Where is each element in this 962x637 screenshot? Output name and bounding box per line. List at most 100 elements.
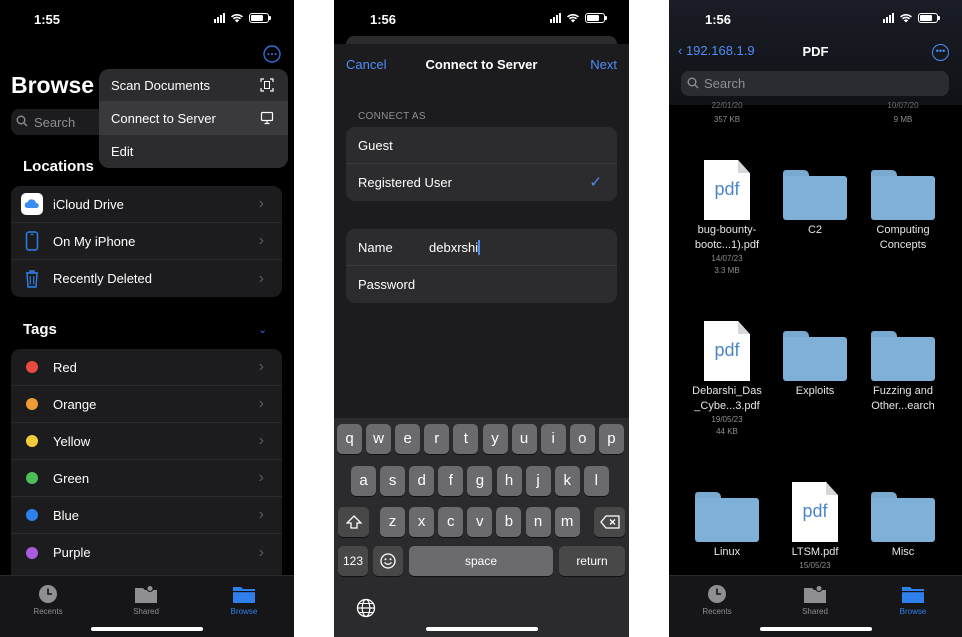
tab-label: Recents — [33, 607, 63, 616]
name-field-row[interactable]: Name debxrshi — [346, 229, 617, 266]
key-s[interactable]: s — [380, 466, 406, 496]
key-j[interactable]: j — [525, 466, 551, 496]
chevron-right-icon: › — [258, 432, 264, 449]
tag-yellow[interactable]: Yellow › — [11, 423, 282, 460]
key-t[interactable]: t — [453, 424, 479, 454]
battery-icon — [918, 13, 940, 23]
option-guest[interactable]: Guest — [346, 127, 617, 164]
search-icon — [16, 115, 28, 127]
folder-item[interactable]: Computing Concepts — [859, 160, 947, 253]
partial-file-meta: 22/01/20 — [711, 101, 743, 110]
key-f[interactable]: f — [438, 466, 464, 496]
chevron-down-icon[interactable]: ⌄ — [258, 323, 267, 336]
location-label: iCloud Drive — [53, 196, 124, 212]
tab-browse[interactable]: Browse — [204, 584, 284, 616]
tab-shared[interactable]: Shared — [106, 584, 186, 616]
key-x[interactable]: x — [409, 507, 435, 537]
menu-item-edit[interactable]: Edit — [99, 135, 288, 168]
option-registered-user[interactable]: Registered User ✓ — [346, 164, 617, 201]
folder-item[interactable]: C2 — [771, 160, 859, 238]
folder-item[interactable]: Linux — [683, 482, 771, 560]
emoji-key[interactable] — [373, 546, 403, 576]
menu-item-label: Scan Documents — [111, 77, 210, 93]
file-item[interactable]: pdf Debarshi_Das _Cybe...3.pdf 19/05/23 44 K… — [683, 321, 771, 438]
tag-red[interactable]: Red › — [11, 349, 282, 386]
location-icloud-drive[interactable]: iCloud Drive › — [11, 186, 282, 223]
menu-item-scan-documents[interactable]: Scan Documents — [99, 69, 288, 102]
key-c[interactable]: c — [438, 507, 464, 537]
iphone-icon — [25, 231, 39, 251]
tag-orange[interactable]: Orange › — [11, 386, 282, 423]
key-l[interactable]: l — [583, 466, 609, 496]
more-options-icon[interactable] — [263, 45, 281, 63]
password-field-row[interactable]: Password — [346, 266, 617, 303]
partial-file-meta: 10/07/20 — [887, 101, 919, 110]
item-name: Fuzzing and — [873, 385, 933, 397]
folder-screen: pdf bug-bounty-bootc...1).pdf 14/07/23 3.3 … — [669, 0, 962, 637]
item-size: 44 KB — [716, 427, 738, 436]
tab-recents[interactable]: Recents — [677, 584, 757, 616]
menu-item-label: Connect to Server — [111, 110, 216, 126]
more-options-icon[interactable]: ••• — [932, 44, 949, 61]
tab-browse[interactable]: Browse — [873, 584, 953, 616]
status-time: 1:56 — [705, 12, 732, 27]
tag-blue[interactable]: Blue › — [11, 497, 282, 534]
key-d[interactable]: d — [409, 466, 435, 496]
orange-dot-icon — [26, 398, 38, 410]
item-name-line2: Other...earch — [871, 400, 935, 412]
key-k[interactable]: k — [554, 466, 580, 496]
pdf-icon-label: pdf — [802, 501, 828, 521]
tags-header: Tags — [23, 321, 57, 338]
folder-item[interactable]: Exploits — [771, 321, 859, 399]
menu-item-connect-to-server[interactable]: Connect to Server — [99, 102, 288, 135]
return-key[interactable]: return — [559, 546, 625, 576]
key-v[interactable]: v — [467, 507, 493, 537]
key-e[interactable]: e — [395, 424, 421, 454]
numbers-key[interactable]: 123 — [338, 546, 368, 576]
file-item[interactable]: pdf bug-bounty-bootc...1).pdf 14/07/23 3.3 … — [683, 160, 771, 277]
location-on-my-iphone[interactable]: On My iPhone › — [11, 223, 282, 260]
tab-label: Shared — [133, 607, 159, 616]
shared-folder-icon — [135, 585, 157, 603]
key-i[interactable]: i — [540, 424, 566, 454]
next-button[interactable]: Next — [590, 57, 617, 72]
key-b[interactable]: b — [496, 507, 522, 537]
folder-item[interactable]: Misc — [859, 482, 947, 560]
globe-icon[interactable] — [356, 598, 376, 618]
key-m[interactable]: m — [554, 507, 580, 537]
icloud-icon — [21, 193, 43, 215]
key-n[interactable]: n — [525, 507, 551, 537]
item-date: 15/05/23 — [799, 561, 831, 570]
key-g[interactable]: g — [467, 466, 493, 496]
file-item[interactable]: pdf LTSM.pdf 15/05/23 — [771, 482, 859, 572]
key-w[interactable]: w — [366, 424, 392, 454]
wifi-icon — [231, 14, 243, 23]
search-input[interactable]: Search — [681, 71, 949, 96]
delete-key[interactable] — [594, 507, 625, 537]
key-p[interactable]: p — [598, 424, 624, 454]
key-q[interactable]: q — [337, 424, 362, 454]
tag-green[interactable]: Green › — [11, 460, 282, 497]
folder-icon — [871, 168, 935, 220]
folder-item[interactable]: Fuzzing and Other...earch — [859, 321, 947, 414]
key-a[interactable]: a — [351, 466, 376, 496]
key-r[interactable]: r — [424, 424, 450, 454]
key-y[interactable]: y — [482, 424, 508, 454]
tab-recents[interactable]: Recents — [8, 584, 88, 616]
name-input[interactable]: debxrshi — [429, 240, 481, 255]
key-o[interactable]: o — [569, 424, 595, 454]
key-z[interactable]: z — [380, 507, 405, 537]
clock-icon — [708, 585, 726, 603]
tag-purple[interactable]: Purple › — [11, 534, 282, 571]
tab-shared[interactable]: Shared — [775, 584, 855, 616]
shift-key[interactable] — [338, 507, 369, 537]
tag-label: Blue — [53, 507, 80, 523]
location-recently-deleted[interactable]: Recently Deleted › — [11, 260, 282, 297]
tags-list: Red › Orange › Yellow › Green › Blue › Purple… — [11, 349, 282, 577]
key-u[interactable]: u — [511, 424, 537, 454]
item-name: bug-bounty- — [697, 224, 757, 236]
password-label: Password — [358, 277, 416, 292]
key-h[interactable]: h — [496, 466, 522, 496]
item-name: Computing — [876, 224, 930, 236]
space-key[interactable]: space — [409, 546, 553, 576]
